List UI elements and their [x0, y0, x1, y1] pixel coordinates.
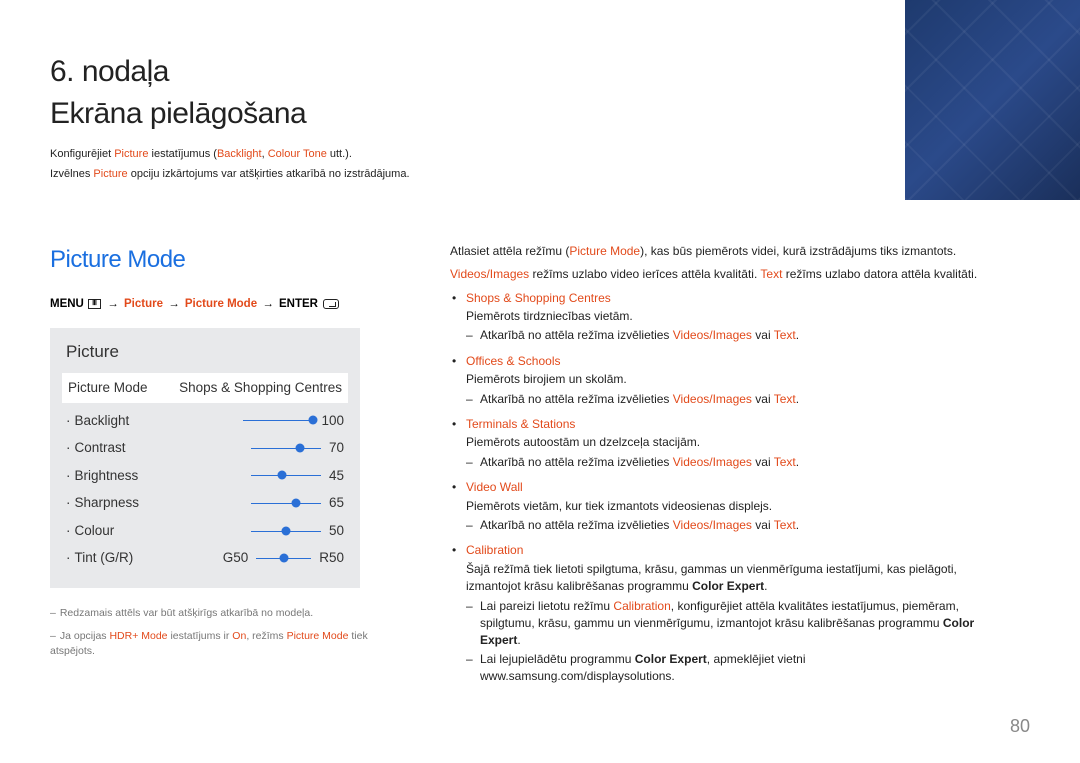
- mode-item: Terminals & Stations Piemērots autoostām…: [450, 416, 990, 471]
- description-column: Atlasiet attēla režīmu (Picture Mode), k…: [450, 243, 1030, 694]
- slider-brightness: [251, 472, 321, 478]
- page-number: 80: [1010, 713, 1030, 739]
- osd-slider-row: ·Contrast 70: [66, 434, 344, 462]
- menu-icon: Ⅲ: [88, 299, 101, 309]
- slider-backlight: [243, 417, 313, 423]
- manual-page: 6. nodaļa Ekrāna pielāgošana Konfigurēji…: [0, 0, 1080, 763]
- osd-slider-row: ·Backlight 100: [66, 407, 344, 435]
- chapter-title: Ekrāna pielāgošana: [50, 92, 1030, 136]
- osd-picture-mode-row: Picture Mode Shops & Shopping Centres: [62, 373, 348, 403]
- osd-tint-row: ·Tint (G/R) G50 R50: [66, 544, 344, 572]
- osd-slider-row: ·Brightness 45: [66, 462, 344, 490]
- osd-preview-panel: Picture Picture Mode Shops & Shopping Ce…: [50, 328, 360, 588]
- menu-navigation-path: MENU Ⅲ → Picture → Picture Mode → ENTER: [50, 296, 410, 313]
- mode-item: Offices & Schools Piemērots birojiem un …: [450, 353, 990, 408]
- section-title: Picture Mode: [50, 243, 410, 278]
- mode-item: Video Wall Piemērots vietām, kur tiek iz…: [450, 479, 990, 534]
- slider-tint: [256, 555, 311, 561]
- decorative-corner-graphic: [905, 0, 1080, 200]
- osd-slider-row: ·Sharpness 65: [66, 489, 344, 517]
- slider-contrast: [251, 445, 321, 451]
- intro-text: Konfigurējiet Picture iestatījumus (Back…: [50, 147, 1030, 183]
- left-column: Picture Mode MENU Ⅲ → Picture → Picture …: [50, 243, 410, 694]
- osd-slider-row: ·Colour 50: [66, 517, 344, 545]
- slider-colour: [251, 528, 321, 534]
- slider-sharpness: [251, 500, 321, 506]
- chapter-number: 6. nodaļa: [50, 50, 1030, 94]
- osd-title: Picture: [66, 340, 344, 365]
- mode-item-calibration: Calibration Šajā režīmā tiek lietoti spi…: [450, 542, 990, 685]
- footnotes: –Redzamais attēls var būt atšķirīgs atka…: [50, 606, 410, 660]
- mode-list: Shops & Shopping Centres Piemērots tirdz…: [450, 290, 990, 686]
- mode-item: Shops & Shopping Centres Piemērots tirdz…: [450, 290, 990, 345]
- enter-icon: [323, 299, 339, 309]
